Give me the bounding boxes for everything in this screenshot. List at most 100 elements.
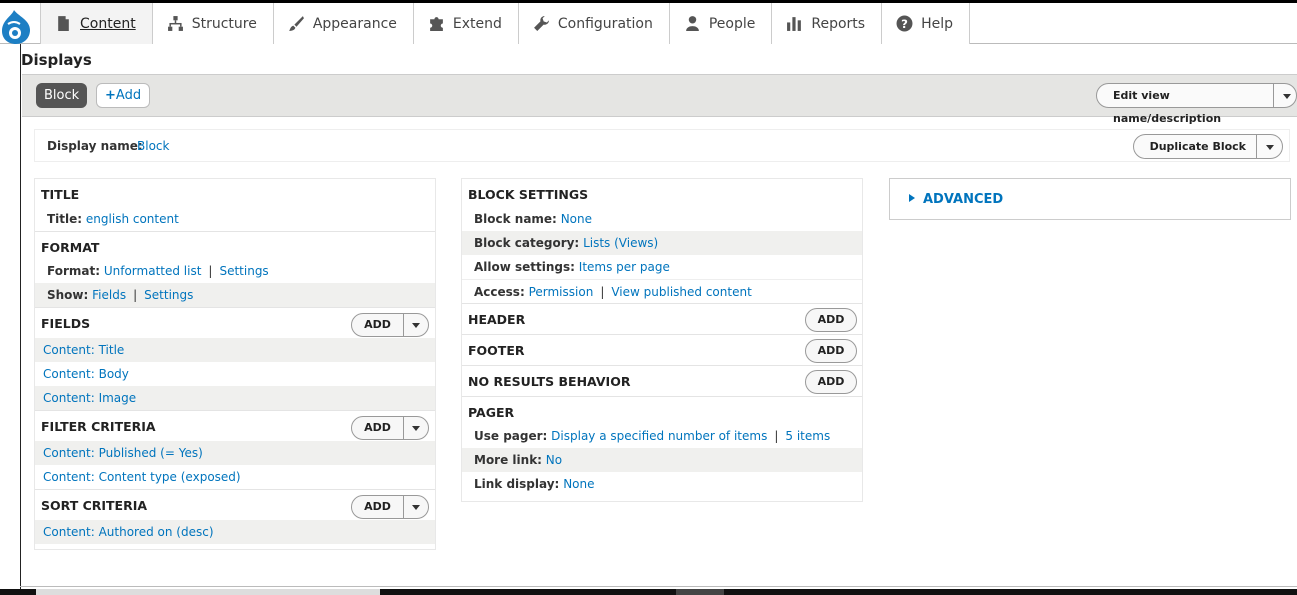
display-name-link[interactable]: Block [137, 139, 169, 153]
display-name-row: Display name: Block Duplicate Block [34, 129, 1290, 162]
field-link[interactable]: Content: Title [43, 343, 124, 357]
file-icon [58, 16, 69, 31]
pager-items-link[interactable]: 5 items [785, 429, 830, 443]
access-extra-link[interactable]: View published content [611, 285, 751, 299]
block-name-link[interactable]: None [561, 212, 592, 226]
tab-help-label: Help [921, 15, 953, 32]
edit-view-name-label: Edit view name/description [1113, 89, 1222, 125]
header-section: HEADER Add [462, 303, 862, 334]
format-value-link[interactable]: Unformatted list [104, 264, 202, 278]
link-display-value[interactable]: None [563, 477, 594, 491]
sort-section-header: SORT CRITERIA [41, 498, 148, 513]
chevron-down-icon[interactable] [403, 417, 428, 439]
header-section-header: HEADER [468, 312, 526, 327]
duplicate-block-button[interactable]: Duplicate Block [1132, 134, 1283, 159]
left-column: TITLE Title: english content FORMAT Form… [34, 178, 436, 550]
list-item: Content: Authored on (desc) [35, 520, 435, 544]
use-pager-link[interactable]: Display a specified number of items [551, 429, 767, 443]
content-left-border [20, 44, 21, 589]
title-value-link[interactable]: english content [86, 212, 179, 226]
advanced-label: ADVANCED [923, 192, 1004, 207]
chevron-down-icon[interactable] [1256, 135, 1282, 158]
footer-section: FOOTER Add [462, 334, 862, 365]
allow-settings-link[interactable]: Items per page [579, 260, 670, 274]
advanced-toggle[interactable]: ADVANCED [889, 178, 1291, 220]
taskbar-segment [36, 589, 380, 595]
divider [20, 586, 1297, 587]
filter-add-button[interactable]: Add [351, 416, 429, 440]
sort-add-button[interactable]: Add [351, 495, 429, 519]
puzzle-icon [430, 17, 443, 31]
display-tab-block[interactable]: Block [36, 83, 88, 108]
use-pager-row: Use pager: Display a specified number of… [462, 424, 862, 448]
link-display-label: Link display: [474, 477, 560, 491]
show-value-link[interactable]: Fields [92, 288, 126, 302]
access-row: Access: Permission | View published conten… [462, 279, 862, 303]
title-section-header: TITLE [41, 187, 80, 202]
format-row: Format: Unformatted list | Settings [35, 259, 435, 283]
no-results-add-button[interactable]: Add [805, 370, 857, 394]
footer-add-button[interactable]: Add [805, 339, 857, 363]
tab-people[interactable]: People [669, 3, 773, 44]
duplicate-block-label: Duplicate Block [1149, 140, 1246, 153]
separator: | [133, 288, 138, 302]
wrench-icon [533, 16, 549, 31]
chevron-down-icon[interactable] [403, 314, 428, 336]
fields-section-header: FIELDS [41, 316, 91, 331]
allow-settings-label: Allow settings: [474, 260, 575, 274]
header-add-button[interactable]: Add [805, 308, 857, 332]
page-title: Displays [21, 51, 92, 69]
title-label: Title: [47, 212, 83, 226]
help-icon: ? [896, 15, 913, 32]
tab-people-label: People [708, 15, 756, 32]
list-item: Content: Content type (exposed) [35, 465, 435, 489]
separator: | [600, 285, 605, 299]
show-label: Show: [47, 288, 89, 302]
tab-content-label: Content [80, 15, 136, 32]
tab-help[interactable]: ? Help [882, 3, 970, 44]
more-link-value[interactable]: No [546, 453, 562, 467]
tab-structure-label: Structure [191, 15, 257, 32]
add-display-button[interactable]: +Add [96, 83, 151, 108]
format-settings-link[interactable]: Settings [219, 264, 268, 278]
sort-link[interactable]: Content: Authored on (desc) [43, 525, 214, 539]
tab-extend[interactable]: Extend [413, 3, 519, 44]
field-link[interactable]: Content: Body [43, 367, 129, 381]
tab-reports-label: Reports [811, 15, 866, 32]
block-name-label: Block name: [474, 212, 557, 226]
more-link-label: More link: [474, 453, 542, 467]
chevron-down-icon[interactable] [1272, 84, 1296, 107]
taskbar-segment [676, 589, 724, 595]
chevron-down-icon[interactable] [403, 496, 428, 518]
block-category-label: Block category: [474, 236, 580, 250]
tab-configuration[interactable]: Configuration [518, 3, 670, 44]
block-category-row: Block category: Lists (Views) [462, 231, 862, 255]
field-link[interactable]: Content: Image [43, 391, 136, 405]
tab-reports[interactable]: Reports [772, 3, 883, 44]
tab-configuration-label: Configuration [557, 15, 653, 32]
tab-content[interactable]: Content [40, 3, 153, 44]
filter-section: FILTER CRITERIA Add [35, 410, 435, 441]
filter-link[interactable]: Content: Content type (exposed) [43, 470, 241, 484]
filter-add-label: Add [364, 421, 391, 434]
edit-view-name-button[interactable]: Edit view name/description [1096, 83, 1297, 125]
allow-settings-row: Allow settings: Items per page [462, 255, 862, 279]
admin-toolbar: Content Structure Appearance Extend Conf… [0, 0, 1297, 44]
title-row: Title: english content [35, 207, 435, 231]
format-label: Format: [47, 264, 101, 278]
show-settings-link[interactable]: Settings [144, 288, 193, 302]
filter-link[interactable]: Content: Published (= Yes) [43, 446, 203, 460]
block-category-link[interactable]: Lists (Views) [583, 236, 658, 250]
access-link[interactable]: Permission [529, 285, 594, 299]
add-display-label: Add [115, 88, 142, 103]
no-results-section: NO RESULTS BEHAVIOR Add [462, 365, 862, 396]
tab-structure[interactable]: Structure [152, 3, 274, 44]
fields-add-button[interactable]: Add [351, 313, 429, 337]
paintbrush-icon [288, 16, 304, 31]
tab-appearance[interactable]: Appearance [273, 3, 414, 44]
tab-extend-label: Extend [452, 15, 502, 32]
show-row: Show: Fields | Settings [35, 283, 435, 307]
display-name-label: Display name: [47, 139, 143, 153]
drupal-logo-icon[interactable] [0, 6, 38, 44]
fields-section: FIELDS Add [35, 307, 435, 338]
